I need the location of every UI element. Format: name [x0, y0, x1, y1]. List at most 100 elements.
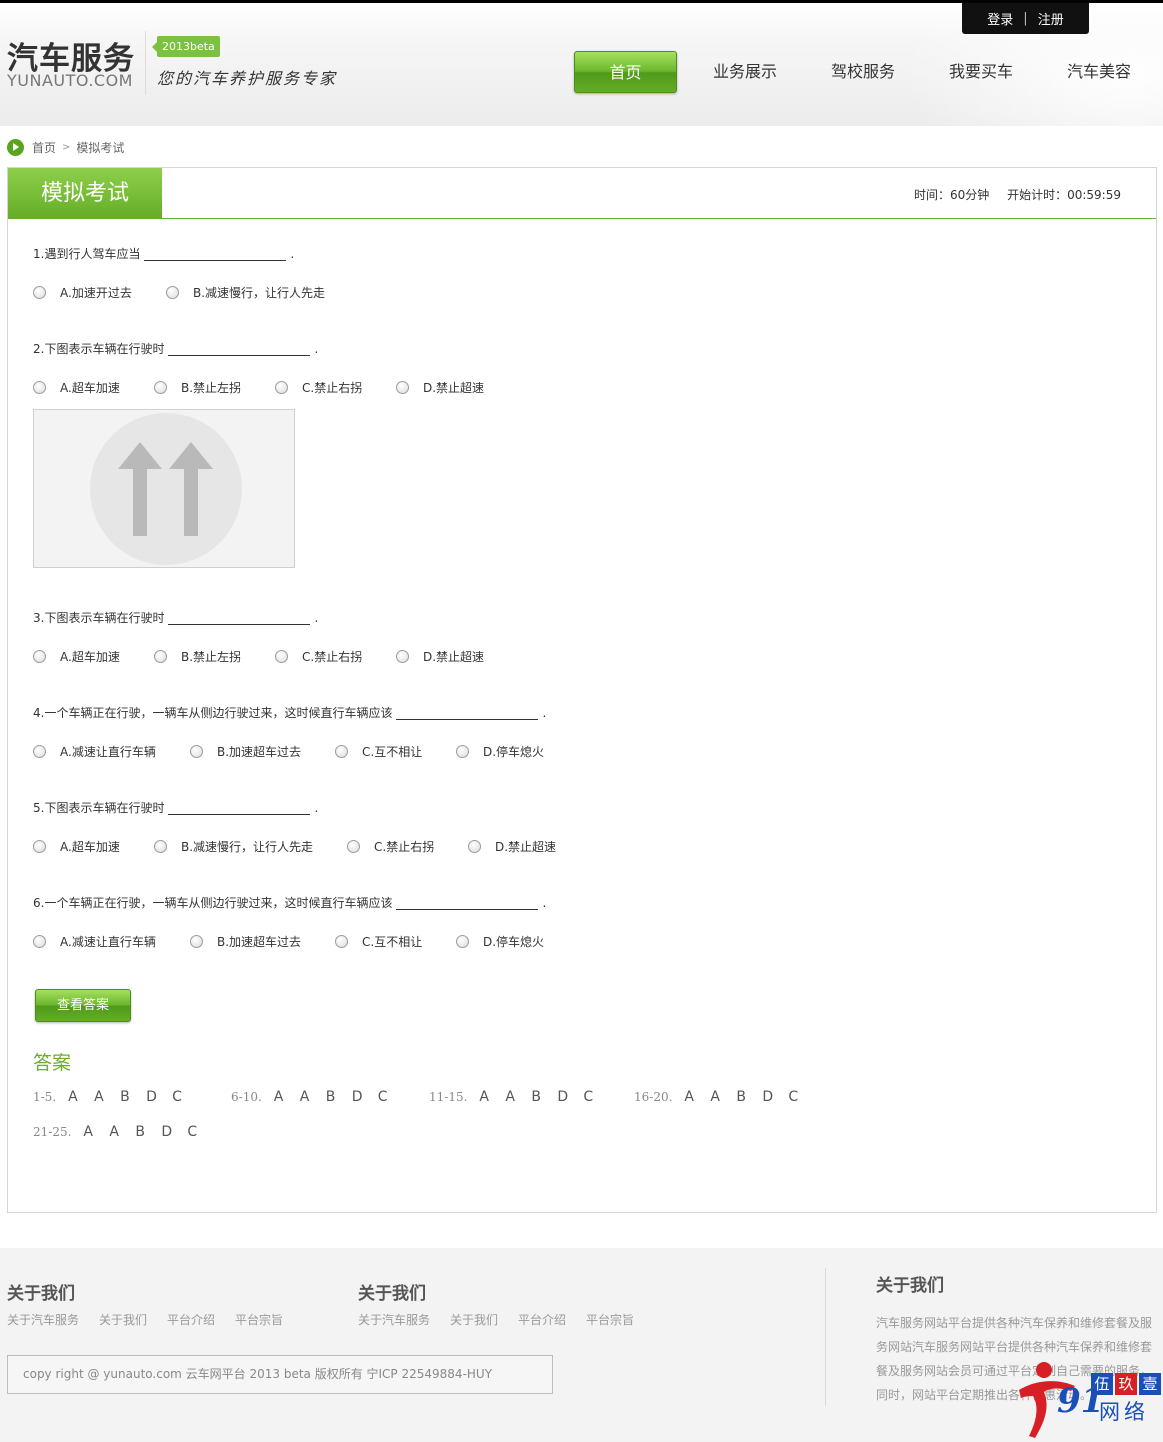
option[interactable]: A.减速让直行车辆	[33, 933, 190, 950]
question-3: 3.下图表示车辆在行驶时.	[33, 611, 319, 625]
question-2-options: A.超车加速 B.禁止左拐 C.禁止右拐 D.禁止超速	[33, 379, 484, 396]
exam-panel: 模拟考试 时间：60分钟 开始计时：00:59:59 1.遇到行人驾车应当. A…	[7, 167, 1157, 1213]
view-answer-button[interactable]: 查看答案	[35, 989, 131, 1022]
footer-link[interactable]: 关于我们	[450, 1311, 498, 1328]
option[interactable]: C.禁止右拐	[275, 379, 396, 396]
option[interactable]: B.禁止左拐	[154, 648, 275, 665]
account-bar: 登录 | 注册	[962, 3, 1089, 34]
option[interactable]: B.加速超车过去	[190, 743, 335, 760]
time-limit: 时间：60分钟	[913, 188, 990, 202]
radio-button[interactable]	[275, 650, 288, 663]
question-1-options: A.加速开过去 B.减速慢行，让行人先走	[33, 284, 325, 301]
radio-button[interactable]	[33, 745, 46, 758]
option[interactable]: C.禁止右拐	[275, 648, 396, 665]
answer-group: 21-25. AABDC	[33, 1124, 198, 1140]
login-link[interactable]: 登录	[987, 9, 1013, 28]
radio-button[interactable]	[166, 286, 179, 299]
option[interactable]: A.超车加速	[33, 648, 154, 665]
page-title: 模拟考试	[8, 168, 162, 219]
answer-heading: 答案	[33, 1052, 72, 1074]
exam-header: 模拟考试 时间：60分钟 开始计时：00:59:59	[8, 168, 1156, 219]
breadcrumb-separator: >	[62, 141, 71, 153]
radio-button[interactable]	[456, 745, 469, 758]
radio-button[interactable]	[154, 650, 167, 663]
answer-group: 11-15. AABDC	[429, 1089, 594, 1105]
answer-blank	[396, 708, 539, 720]
footer-link[interactable]: 关于汽车服务	[7, 1311, 79, 1328]
watermark-char: 伍	[1091, 1373, 1113, 1395]
option[interactable]: A.加速开过去	[33, 284, 166, 301]
footer-col3-title: 关于我们	[876, 1276, 944, 1296]
question-text: 6.一个车辆正在行驶，一辆车从侧边行驶过来，这时候直行车辆应该	[33, 896, 393, 910]
breadcrumb-current: 模拟考试	[76, 140, 125, 155]
radio-button[interactable]	[335, 745, 348, 758]
option[interactable]: D.停车熄火	[456, 933, 544, 950]
watermark-logo: 91 伍 玖 壹 网络	[1017, 1358, 1163, 1442]
option[interactable]: C.互不相让	[335, 933, 456, 950]
register-link[interactable]: 注册	[1038, 9, 1064, 28]
option[interactable]: D.禁止超速	[396, 379, 484, 396]
question-5: 5.下图表示车辆在行驶时.	[33, 801, 319, 815]
option[interactable]: B.减速慢行，让行人先走	[154, 838, 347, 855]
logo-divider	[145, 31, 146, 95]
radio-button[interactable]	[396, 381, 409, 394]
option[interactable]: D.停车熄火	[456, 743, 544, 760]
logo-subtitle[interactable]: YUNAUTO.COM	[7, 71, 133, 90]
option[interactable]: C.互不相让	[335, 743, 456, 760]
footer-link[interactable]: 平台介绍	[518, 1311, 566, 1328]
radio-button[interactable]	[33, 381, 46, 394]
radio-button[interactable]	[468, 840, 481, 853]
nav-business[interactable]: 业务展示	[710, 51, 780, 93]
option[interactable]: B.禁止左拐	[154, 379, 275, 396]
footer-link[interactable]: 平台宗旨	[235, 1311, 283, 1328]
radio-button[interactable]	[275, 381, 288, 394]
radio-button[interactable]	[190, 745, 203, 758]
traffic-sign-image	[33, 409, 295, 568]
nav-buy-car[interactable]: 我要买车	[946, 51, 1016, 93]
arrow-right-circle-icon	[7, 138, 24, 156]
watermark-char: 壹	[1139, 1373, 1161, 1395]
breadcrumb-home[interactable]: 首页	[32, 139, 56, 156]
radio-button[interactable]	[456, 935, 469, 948]
site-footer: 关于我们 关于汽车服务 关于我们 平台介绍 平台宗旨 关于我们 关于汽车服务 关…	[0, 1248, 1163, 1442]
option[interactable]: A.超车加速	[33, 379, 154, 396]
radio-button[interactable]	[33, 840, 46, 853]
nav-home[interactable]: 首页	[574, 51, 677, 93]
footer-link[interactable]: 平台介绍	[167, 1311, 215, 1328]
radio-button[interactable]	[335, 935, 348, 948]
question-text: 4.一个车辆正在行驶，一辆车从侧边行驶过来，这时候直行车辆应该	[33, 706, 393, 720]
radio-button[interactable]	[33, 650, 46, 663]
answer-group: 16-20. AABDC	[634, 1089, 799, 1105]
radio-button[interactable]	[190, 935, 203, 948]
option[interactable]: D.禁止超速	[468, 838, 556, 855]
option[interactable]: D.禁止超速	[396, 648, 484, 665]
question-6: 6.一个车辆正在行驶，一辆车从侧边行驶过来，这时候直行车辆应该.	[33, 896, 547, 910]
question-text: 3.下图表示车辆在行驶时	[33, 611, 165, 625]
footer-link[interactable]: 关于我们	[99, 1311, 147, 1328]
radio-button[interactable]	[347, 840, 360, 853]
option[interactable]: B.加速超车过去	[190, 933, 335, 950]
option[interactable]: A.减速让直行车辆	[33, 743, 190, 760]
question-text: 2.下图表示车辆在行驶时	[33, 342, 165, 356]
radio-button[interactable]	[33, 286, 46, 299]
answer-blank	[168, 613, 311, 625]
radio-button[interactable]	[154, 381, 167, 394]
slogan: 您的汽车养护服务专家	[157, 69, 338, 88]
footer-col1-links: 关于汽车服务 关于我们 平台介绍 平台宗旨	[7, 1311, 283, 1328]
option[interactable]: A.超车加速	[33, 838, 154, 855]
nav-car-beauty[interactable]: 汽车美容	[1064, 51, 1134, 93]
question-text: 5.下图表示车辆在行驶时	[33, 801, 165, 815]
option[interactable]: B.减速慢行，让行人先走	[166, 284, 325, 301]
option[interactable]: C.禁止右拐	[347, 838, 468, 855]
answer-group: 1-5. AABDC	[33, 1089, 182, 1105]
footer-link[interactable]: 关于汽车服务	[358, 1311, 430, 1328]
radio-button[interactable]	[154, 840, 167, 853]
answer-row: 1-5. AABDC 6-10. AABDC 11-15. AABDC 16-2…	[33, 1089, 814, 1105]
answer-row: 21-25. AABDC	[33, 1124, 213, 1140]
footer-link[interactable]: 平台宗旨	[586, 1311, 634, 1328]
radio-button[interactable]	[396, 650, 409, 663]
question-1: 1.遇到行人驾车应当.	[33, 247, 295, 261]
nav-driving-school[interactable]: 驾校服务	[828, 51, 898, 93]
answer-blank	[168, 344, 311, 356]
radio-button[interactable]	[33, 935, 46, 948]
